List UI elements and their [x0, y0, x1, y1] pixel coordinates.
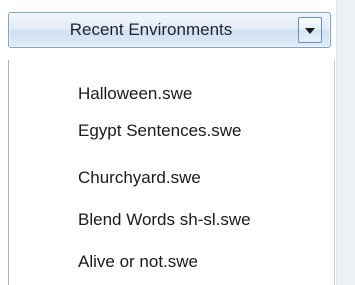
background-strip: [336, 0, 355, 285]
chevron-down-icon: [305, 28, 315, 34]
list-item-alive-or-not[interactable]: Alive or not.swe: [78, 250, 198, 274]
list-item-halloween[interactable]: Halloween.swe: [78, 82, 192, 106]
list-item-churchyard[interactable]: Churchyard.swe: [78, 166, 201, 190]
combobox-selected-label: Recent Environments: [69, 20, 233, 39]
recent-environments-panel: Recent Environments Halloween.swe Egypt …: [0, 0, 355, 285]
recent-environments-combobox[interactable]: Recent Environments: [8, 12, 331, 48]
combobox-dropdown-button[interactable]: [298, 17, 322, 43]
list-item-egypt-sentences[interactable]: Egypt Sentences.swe: [78, 119, 241, 143]
recent-environments-list: Halloween.swe Egypt Sentences.swe Church…: [8, 60, 335, 285]
list-item-blend-words[interactable]: Blend Words sh-sl.swe: [78, 208, 251, 232]
